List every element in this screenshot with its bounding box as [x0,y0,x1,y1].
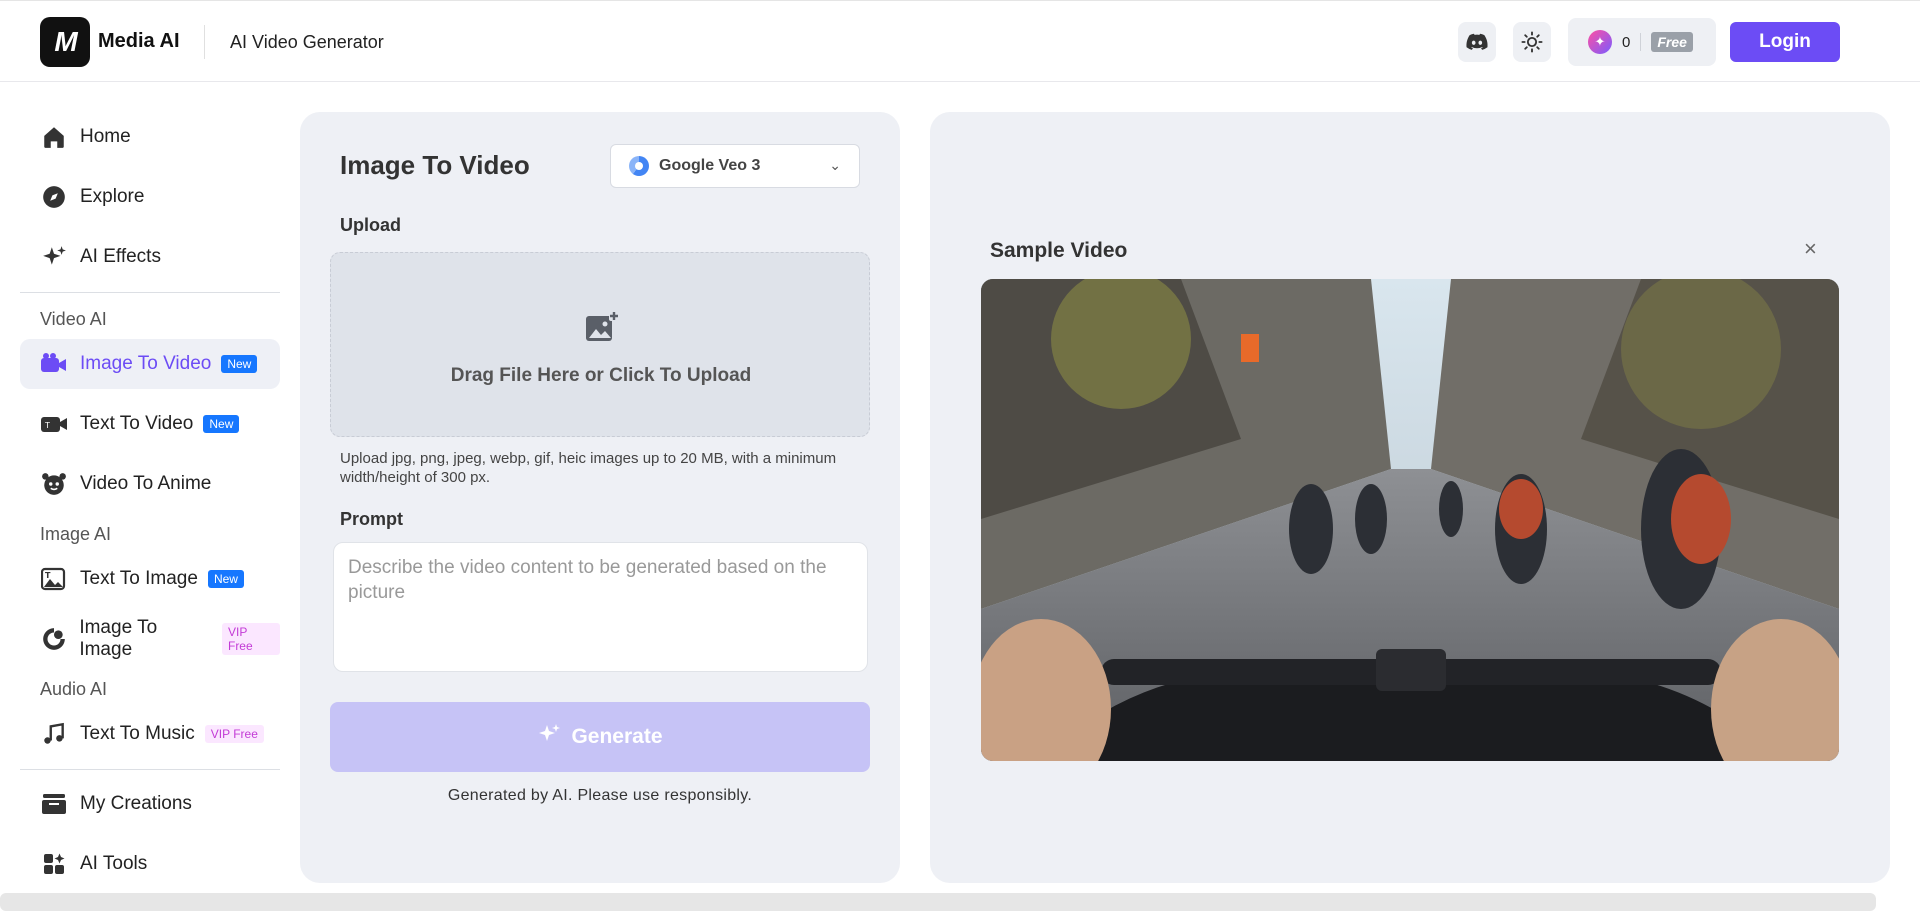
form-title: Image To Video [340,150,530,180]
generate-label: Generate [571,725,663,748]
credit-count: 0 [1622,33,1631,51]
sidebar-item-ai-effects[interactable]: AI Effects [20,232,280,282]
divider [1640,33,1642,51]
generate-button[interactable]: Generate [330,702,870,772]
logo[interactable]: M [40,17,90,67]
svg-text:T: T [44,421,50,430]
discord-icon [1466,33,1488,50]
upload-label: Upload [340,215,401,235]
section-title-video-ai: Video AI [40,309,107,329]
divider [20,292,280,293]
anime-face-icon [40,470,68,498]
vip-free-badge: VIP Free [204,725,264,743]
compass-icon [40,183,68,211]
ai-disclaimer: Generated by AI. Please use responsibly. [447,787,753,804]
sidebar-item-label: My Creations [80,793,192,814]
model-select[interactable]: Google Veo 3 ⌄ [610,144,860,188]
new-badge: New [221,355,258,373]
sidebar-item-label: Text To Image [80,568,198,589]
divider [204,25,205,59]
section-title-image-ai: Image AI [40,524,112,544]
chevron-down-icon: ⌄ [829,157,841,173]
sparkles-icon [537,722,561,752]
film-icon: T [40,410,68,438]
sidebar-item-label: Explore [80,186,145,207]
new-badge: New [207,570,244,588]
sidebar-item-label: Text To Music [80,723,195,744]
creations-icon [40,790,68,818]
sidebar-item-label: AI Tools [80,853,148,874]
sidebar-item-explore[interactable]: Explore [20,172,280,222]
sidebar-item-text-to-video[interactable]: T Text To Video New [20,399,280,449]
sidebar-item-text-to-music[interactable]: Text To Music VIP Free [20,709,280,759]
plan-badge: Free [1651,32,1693,52]
sun-icon [1521,31,1543,53]
new-badge: New [203,415,240,433]
sidebar-item-label: Home [80,126,131,147]
top-bar: M Media AI AI Video Generator ✦ 0 Free L… [0,0,1920,82]
sample-video-frame [981,279,1839,761]
upload-instruction: Drag File Here or Click To Upload [450,365,752,386]
sidebar-item-ai-tools[interactable]: AI Tools [20,839,280,889]
brand-name[interactable]: Media AI [98,30,180,53]
music-note-icon [40,720,68,748]
sidebar-item-image-to-image[interactable]: Image To Image VIP Free [20,614,280,664]
sidebar-item-video-to-anime[interactable]: Video To Anime [20,459,280,509]
sidebar-item-home[interactable]: Home [20,112,280,162]
sample-video-player[interactable] [981,279,1839,761]
image-text-icon: T [40,565,68,593]
tools-grid-icon [40,850,68,878]
google-veo-icon [629,156,649,176]
prompt-input[interactable] [334,543,867,671]
sparkles-icon [40,243,68,271]
sample-video-panel: Sample Video × [930,112,1890,883]
sidebar-item-image-to-video[interactable]: Image To Video New [20,339,280,389]
video-camera-icon [40,350,68,378]
model-label: Google Veo 3 [659,157,761,174]
sidebar-item-my-creations[interactable]: My Creations [20,779,280,829]
page-title: AI Video Generator [230,32,384,52]
theme-toggle-button[interactable] [1513,22,1551,62]
sidebar-item-label: Image To Image [79,617,158,660]
upload-dropzone[interactable]: Drag File Here or Click To Upload [330,252,870,437]
sample-video-title: Sample Video [990,239,1128,262]
horizontal-scrollbar[interactable] [0,893,1876,911]
sidebar-item-label: Text To Video [80,413,194,434]
prompt-label: Prompt [340,509,403,529]
sidebar-item-label: Image To Video [80,353,212,374]
generator-form-panel: Image To Video Google Veo 3 ⌄ Upload Dra… [300,112,900,883]
sidebar-item-label: AI Effects [80,246,161,267]
divider [20,769,280,770]
credits-display[interactable]: ✦ 0 Free [1568,18,1716,66]
prompt-field [333,542,868,672]
close-icon[interactable]: × [1804,236,1817,262]
credit-icon: ✦ [1588,30,1612,54]
home-icon [40,123,68,151]
discord-button[interactable] [1458,22,1496,62]
section-title-audio-ai: Audio AI [40,679,108,699]
image-transform-icon [40,625,67,653]
vip-free-badge: VIP Free [221,623,280,655]
sidebar-item-text-to-image[interactable]: T Text To Image New [20,554,280,604]
login-button[interactable]: Login [1730,22,1840,62]
svg-text:T: T [45,571,51,580]
upload-hint: Upload jpg, png, jpeg, webp, gif, heic i… [340,450,837,486]
sidebar-item-label: Video To Anime [80,473,212,494]
add-image-icon [585,311,619,348]
logo-text: M [54,26,77,57]
